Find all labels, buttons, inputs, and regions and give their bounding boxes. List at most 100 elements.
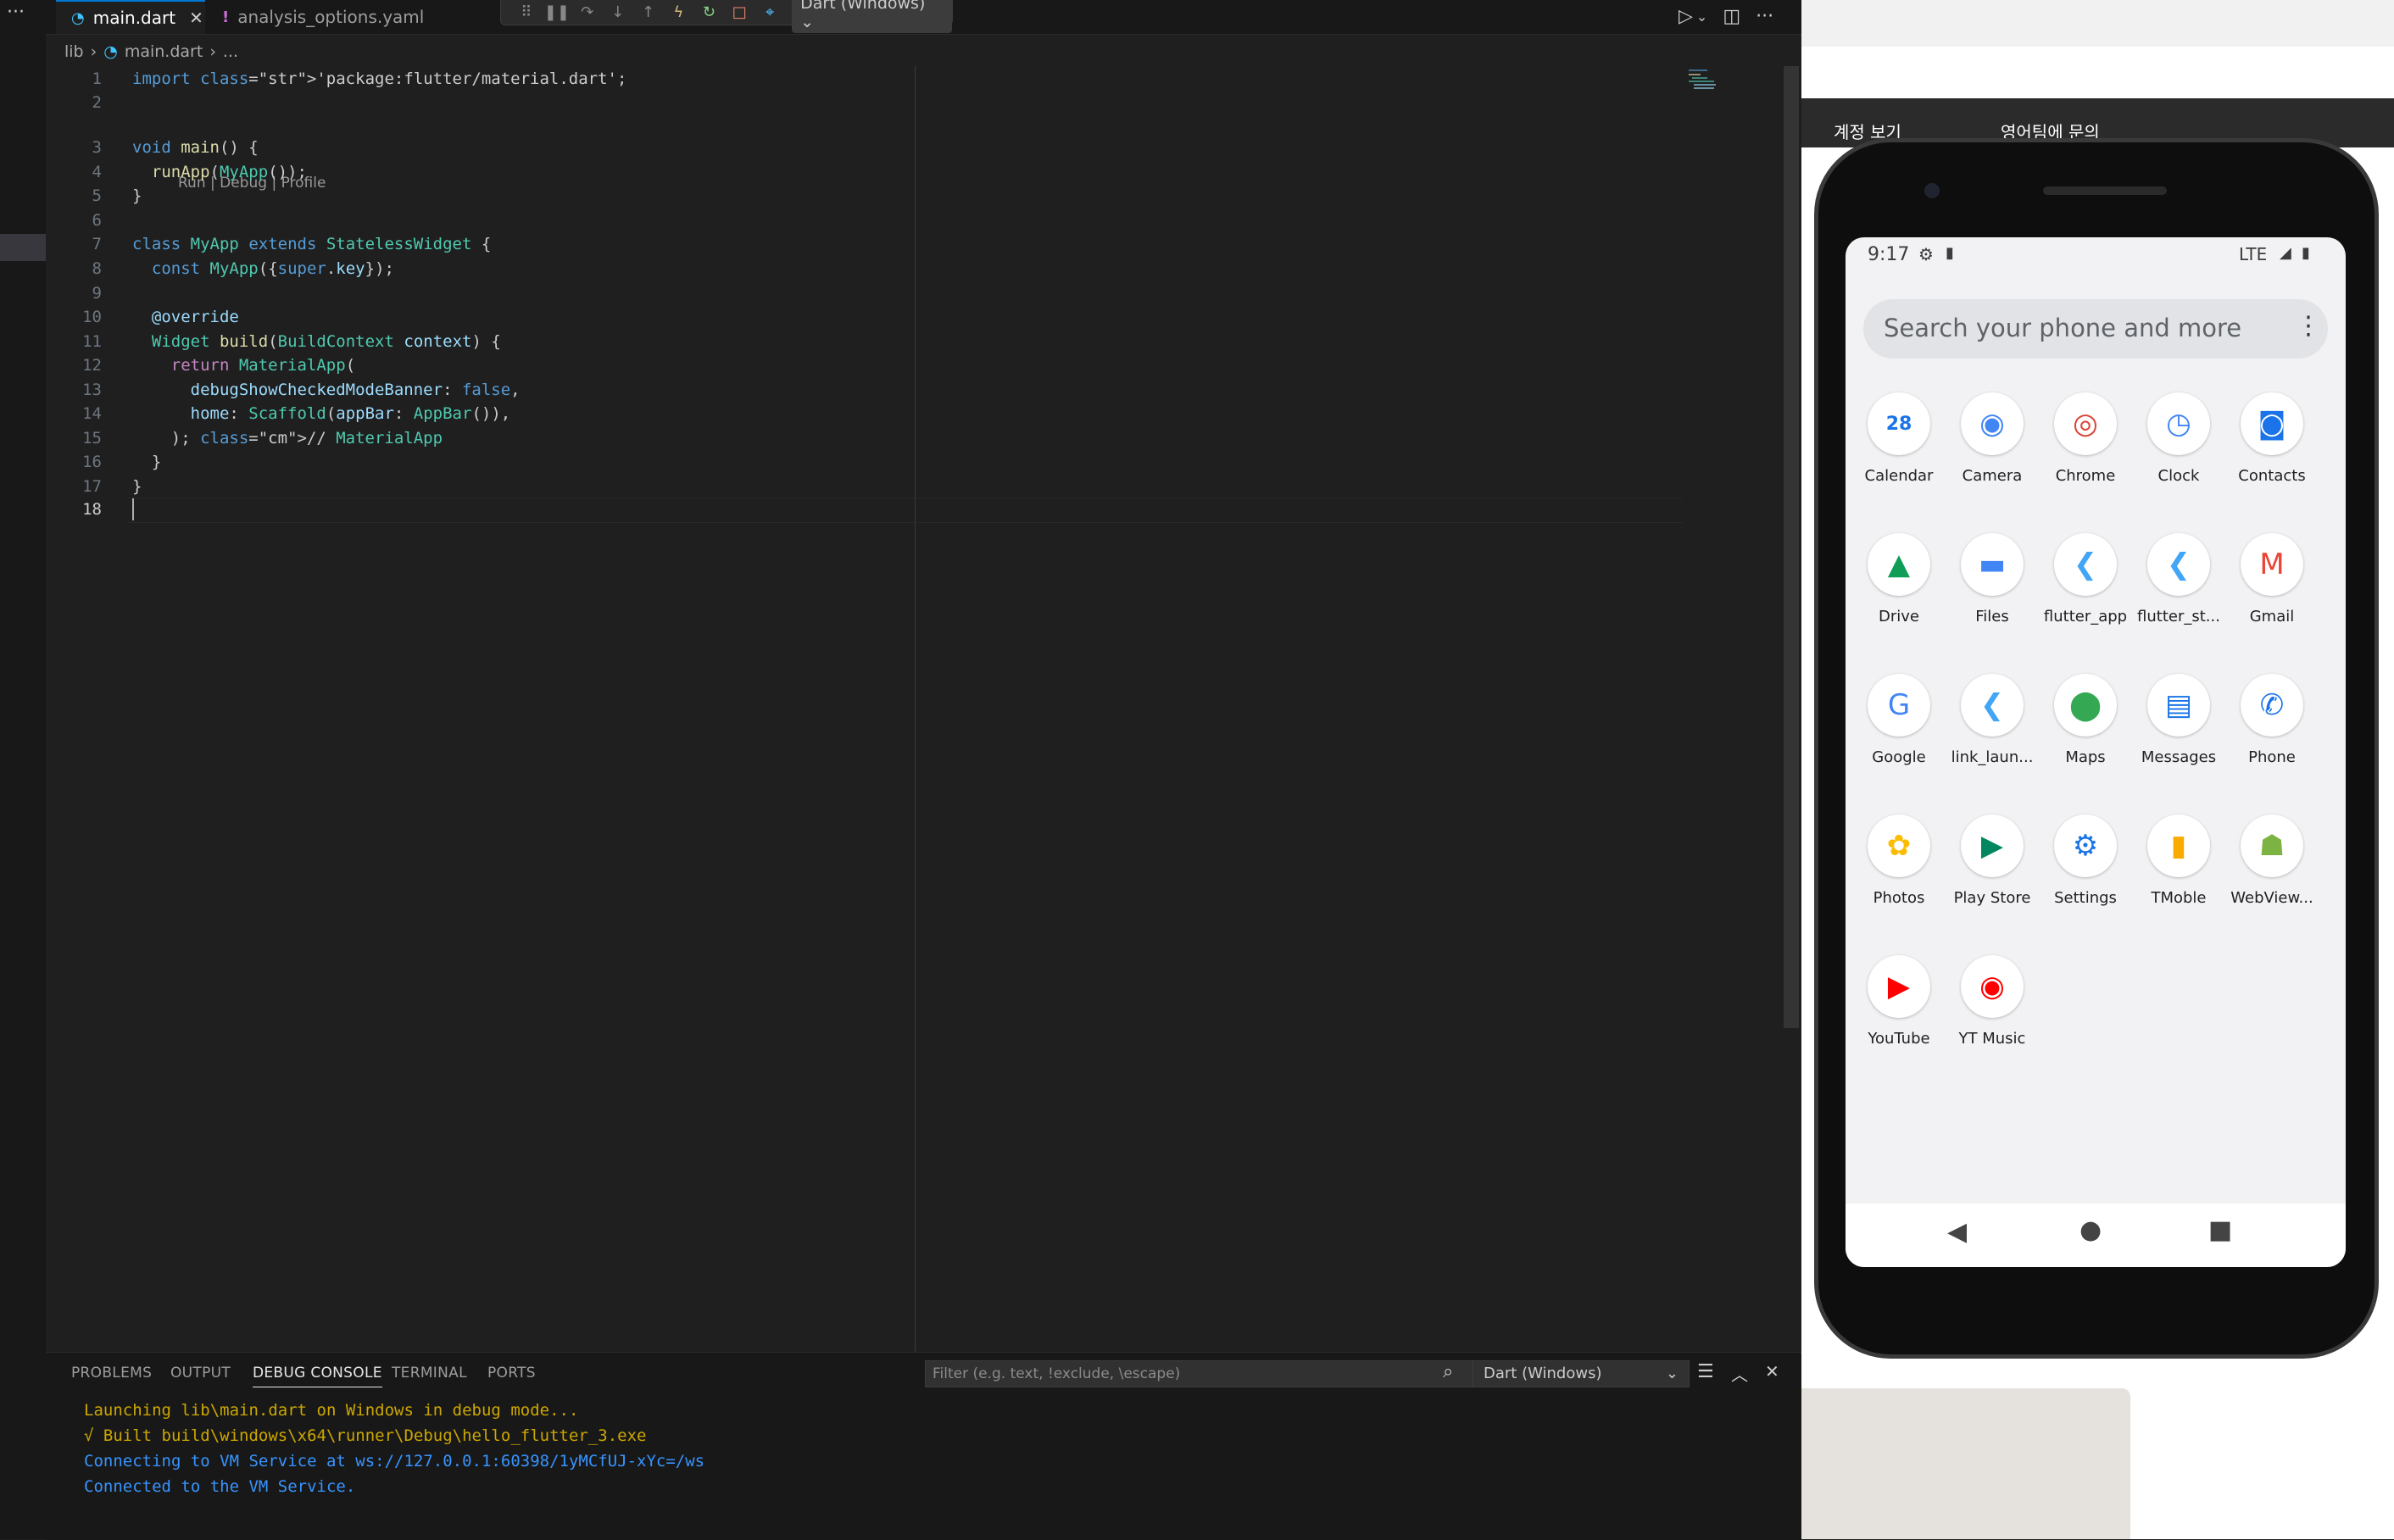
- code-line[interactable]: ); class="cm">// MaterialApp: [132, 429, 443, 448]
- app-drive[interactable]: ▲ Drive: [1852, 533, 1946, 625]
- youtube-icon: ▶: [1868, 955, 1930, 1018]
- editor-actions: ▷ ⌄ ◫ ···: [1679, 3, 1773, 29]
- activity-selected-item[interactable]: [0, 234, 46, 261]
- run-icon[interactable]: ▷: [1679, 6, 1693, 27]
- app-label: Google: [1872, 748, 1926, 766]
- flutter-icon: ❮: [1961, 674, 2024, 737]
- app-yt-music[interactable]: ◉ YT Music: [1946, 955, 2039, 1048]
- line-number: 2: [92, 93, 102, 112]
- app-label: YouTube: [1868, 1030, 1930, 1048]
- code-line[interactable]: }: [132, 477, 142, 496]
- app-clock[interactable]: ◷ Clock: [2132, 392, 2225, 485]
- restart-icon[interactable]: ↻: [693, 0, 724, 25]
- debug-target-select[interactable]: Dart (Windows) ⌄: [792, 0, 952, 33]
- code-line[interactable]: return MaterialApp(: [132, 356, 355, 375]
- front-camera: [1924, 183, 1940, 198]
- vertical-scrollbar[interactable]: [1784, 66, 1799, 1028]
- code-line[interactable]: @override: [132, 308, 239, 326]
- app-camera[interactable]: ◉ Camera: [1946, 392, 2039, 485]
- messages-icon: ▤: [2147, 674, 2210, 737]
- debug-session-select[interactable]: Dart (Windows) ⌄: [1473, 1360, 1690, 1387]
- yt-music-icon: ◉: [1961, 955, 2024, 1018]
- app-label: Play Store: [1953, 889, 2031, 907]
- back-icon[interactable]: ◀: [1947, 1217, 1967, 1247]
- tab-output[interactable]: OUTPUT: [170, 1365, 231, 1382]
- stop-icon[interactable]: □: [724, 0, 754, 25]
- tab-terminal[interactable]: TERMINAL: [392, 1365, 467, 1382]
- console-filter-input[interactable]: Filter (e.g. text, !exclude, \escape): [925, 1360, 1476, 1387]
- recents-icon[interactable]: ■: [2208, 1215, 2232, 1245]
- maps-icon: ⬤: [2054, 674, 2117, 737]
- line-number: 1: [92, 69, 102, 88]
- clear-console-icon[interactable]: ☰: [1697, 1361, 1714, 1382]
- more-actions-icon[interactable]: ···: [1756, 6, 1773, 27]
- app-phone[interactable]: ✆ Phone: [2225, 674, 2319, 766]
- hot-reload-icon[interactable]: ϟ: [664, 0, 694, 25]
- code-line[interactable]: }: [132, 453, 161, 471]
- code-line[interactable]: Widget build(BuildContext context) {: [132, 332, 501, 351]
- search-bar[interactable]: Search your phone and more ⋮: [1863, 299, 2328, 359]
- tab-problems[interactable]: PROBLEMS: [71, 1365, 152, 1382]
- line-number: 15: [82, 429, 102, 448]
- step-into-icon[interactable]: ↓: [603, 0, 633, 25]
- chevron-down-icon[interactable]: ⌄: [1696, 8, 1707, 25]
- home-icon[interactable]: ●: [2079, 1215, 2102, 1245]
- breadcrumb-lib[interactable]: lib: [64, 42, 84, 61]
- app-contacts[interactable]: ◙ Contacts: [2225, 392, 2319, 485]
- minimap[interactable]: [1689, 68, 1723, 93]
- tab-main-dart[interactable]: ◔ main.dart ✕: [56, 0, 205, 34]
- calendar-icon: 28: [1868, 392, 1930, 455]
- split-editor-icon[interactable]: ◫: [1723, 6, 1740, 27]
- tab-debug-console[interactable]: DEBUG CONSOLE: [253, 1365, 382, 1387]
- app-settings[interactable]: ⚙ Settings: [2039, 814, 2132, 907]
- app-chrome[interactable]: ◎ Chrome: [2039, 392, 2132, 485]
- code-line[interactable]: }: [132, 186, 142, 205]
- inspect-widget-icon[interactable]: ⌖: [754, 0, 785, 25]
- app-play-store[interactable]: ▶ Play Store: [1946, 814, 2039, 907]
- more-vert-icon[interactable]: ⋮: [2296, 311, 2321, 341]
- app-youtube[interactable]: ▶ YouTube: [1852, 955, 1946, 1048]
- app-google[interactable]: G Google: [1852, 674, 1946, 766]
- code-line[interactable]: const MyApp({super.key});: [132, 259, 394, 278]
- files-icon: ▬: [1961, 533, 2024, 596]
- app-calendar[interactable]: 28 Calendar: [1852, 392, 1946, 485]
- code-line[interactable]: class MyApp extends StatelessWidget {: [132, 235, 491, 253]
- more-icon[interactable]: ···: [7, 2, 25, 23]
- app-flutter-st[interactable]: ❮ flutter_st...: [2132, 533, 2225, 625]
- code-line[interactable]: runApp(MyApp());: [132, 163, 307, 181]
- line-number: 8: [92, 259, 102, 278]
- step-over-icon[interactable]: ↷: [572, 0, 603, 25]
- app-label: link_laun...: [1951, 748, 2034, 766]
- close-panel-icon[interactable]: ✕: [1765, 1361, 1779, 1382]
- app-webview[interactable]: ☗ WebView...: [2225, 814, 2319, 907]
- close-icon[interactable]: ✕: [189, 8, 203, 28]
- drag-handle-icon[interactable]: ⠿: [511, 0, 542, 25]
- code-line[interactable]: home: Scaffold(appBar: AppBar()),: [132, 404, 511, 423]
- gmail-icon: M: [2241, 533, 2303, 596]
- status-time: 9:17: [1868, 244, 1910, 265]
- app-files[interactable]: ▬ Files: [1946, 533, 2039, 625]
- flutter-icon: ❮: [2054, 533, 2117, 596]
- tab-analysis-options[interactable]: ! analysis_options.yaml: [207, 0, 444, 34]
- breadcrumb-file[interactable]: main.dart: [125, 42, 203, 61]
- code-line[interactable]: debugShowCheckedModeBanner: false,: [132, 381, 521, 399]
- app-label: YT Music: [1958, 1030, 2026, 1048]
- tab-ports[interactable]: PORTS: [487, 1365, 536, 1382]
- code-line[interactable]: void main() {: [132, 138, 259, 157]
- breadcrumb-symbol[interactable]: ...: [223, 42, 238, 61]
- pause-icon[interactable]: ❚❚: [542, 0, 572, 25]
- app-maps[interactable]: ⬤ Maps: [2039, 674, 2132, 766]
- app-photos[interactable]: ✿ Photos: [1852, 814, 1946, 907]
- search-icon[interactable]: ⌕: [1443, 1361, 1453, 1382]
- app-flutter-app[interactable]: ❮ flutter_app: [2039, 533, 2132, 625]
- code-line[interactable]: import class="str">'package:flutter/mate…: [132, 69, 626, 88]
- app-label: flutter_st...: [2137, 608, 2220, 625]
- battery-icon: ▮: [2302, 244, 2310, 262]
- app-link-laun[interactable]: ❮ link_laun...: [1946, 674, 2039, 766]
- chrome-icon: ◎: [2054, 392, 2117, 455]
- app-tmoble[interactable]: ▮ TMoble: [2132, 814, 2225, 907]
- app-messages[interactable]: ▤ Messages: [2132, 674, 2225, 766]
- maximize-panel-icon[interactable]: ︿: [1731, 1361, 1748, 1386]
- step-out-icon[interactable]: ↑: [633, 0, 664, 25]
- app-gmail[interactable]: M Gmail: [2225, 533, 2319, 625]
